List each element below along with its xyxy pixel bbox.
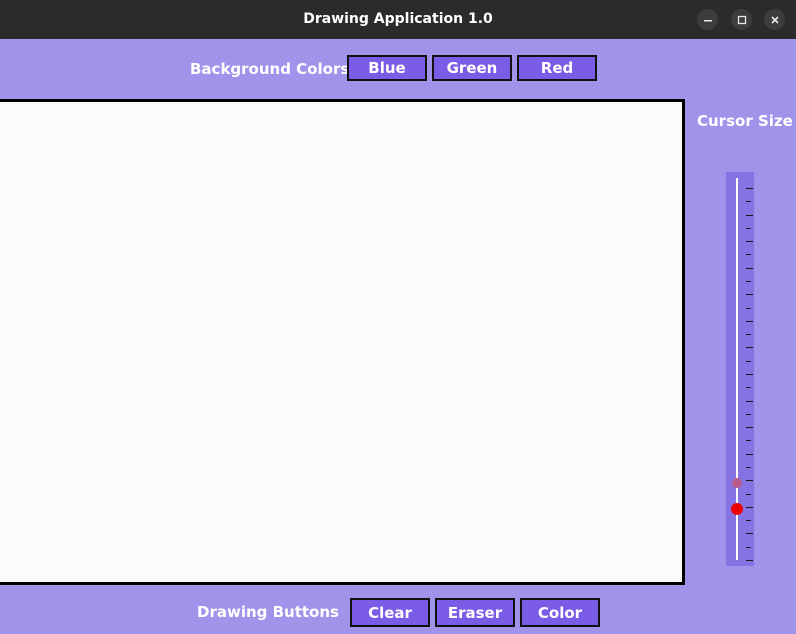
blue-background-button[interactable]: Blue [347, 55, 427, 81]
background-colors-label: Background Colors [190, 60, 350, 78]
slider-knob-shadow [732, 478, 742, 488]
slider-tick [746, 347, 753, 348]
slider-tick [746, 387, 751, 388]
color-button[interactable]: Color [520, 598, 600, 627]
cursor-size-slider[interactable] [726, 172, 754, 566]
maximize-icon [737, 15, 746, 24]
slider-tick [746, 188, 753, 189]
eraser-button[interactable]: Eraser [435, 598, 515, 627]
slider-tick [746, 401, 753, 402]
drawing-canvas[interactable] [0, 99, 685, 585]
slider-tick [746, 560, 753, 561]
slider-tick [746, 215, 753, 216]
app-window: Drawing Application 1.0 Background Color… [0, 0, 796, 634]
cursor-size-label: Cursor Size [697, 112, 793, 130]
slider-tick [746, 321, 753, 322]
slider-tick [746, 201, 751, 202]
slider-tick [746, 334, 751, 335]
slider-tick [746, 454, 753, 455]
slider-tick [746, 494, 751, 495]
slider-tick [746, 440, 751, 441]
slider-tick [746, 520, 751, 521]
slider-knob[interactable] [731, 503, 743, 515]
slider-tick [746, 268, 753, 269]
slider-tick [746, 427, 753, 428]
title-bar: Drawing Application 1.0 [0, 0, 796, 39]
minimize-button[interactable] [697, 9, 718, 30]
slider-tick [746, 308, 751, 309]
close-button[interactable] [764, 9, 785, 30]
slider-tick [746, 480, 753, 481]
drawing-buttons-label: Drawing Buttons [197, 603, 339, 621]
slider-tick [746, 507, 753, 508]
minimize-icon [703, 19, 712, 21]
slider-tick [746, 414, 751, 415]
slider-tick [746, 281, 751, 282]
window-title: Drawing Application 1.0 [303, 11, 493, 27]
slider-tick [746, 241, 753, 242]
slider-tick [746, 467, 751, 468]
clear-button[interactable]: Clear [350, 598, 430, 627]
slider-tick [746, 228, 751, 229]
slider-tick [746, 533, 753, 534]
red-background-button[interactable]: Red [517, 55, 597, 81]
close-icon [770, 15, 779, 24]
slider-tick [746, 361, 751, 362]
slider-tick [746, 547, 751, 548]
slider-tick [746, 254, 751, 255]
slider-tick [746, 294, 753, 295]
maximize-button[interactable] [731, 9, 752, 30]
green-background-button[interactable]: Green [432, 55, 512, 81]
slider-tick [746, 374, 753, 375]
